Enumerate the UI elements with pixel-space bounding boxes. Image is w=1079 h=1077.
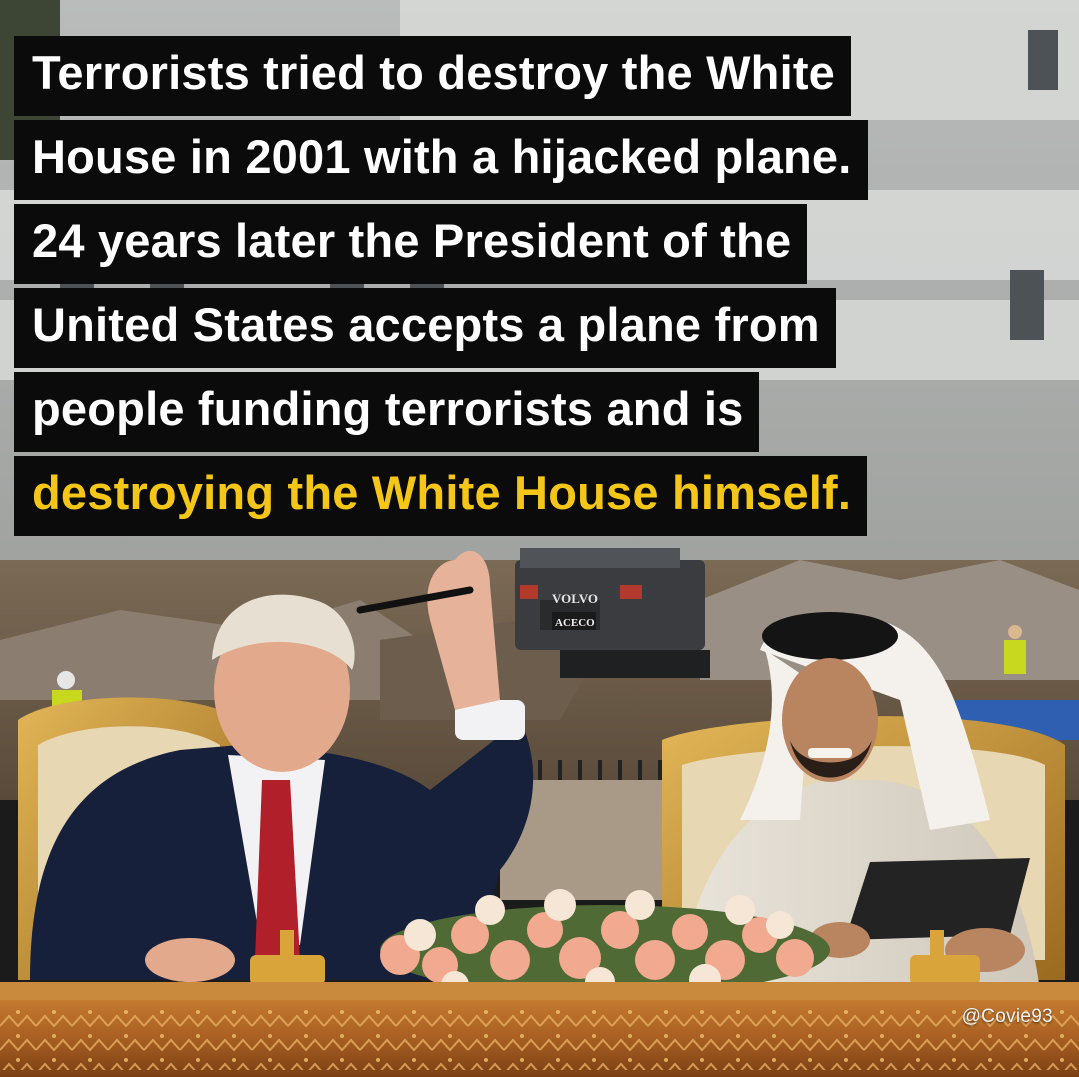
table-top (0, 982, 1079, 1000)
excavator-company: ACECO (555, 617, 595, 629)
caption-line-2: House in 2001 with a hijacked plane. (14, 120, 868, 200)
caption-highlight-line: destroying the White House himself. (14, 456, 868, 536)
author-watermark: @Covie93 (961, 1006, 1053, 1027)
caption-line-3: 24 years later the President of the (14, 204, 808, 284)
table-pattern (0, 1010, 1079, 1070)
caption-line-4: United States accepts a plane from (14, 288, 836, 368)
excavator-brand: VOLVO (552, 591, 598, 606)
man-left-hand (145, 938, 235, 982)
meme-image: VOLVO ACECO Terrorists tried to destroy … (0, 0, 1079, 1077)
caption-line-1: Terrorists tried to destroy the White (14, 36, 852, 116)
headline-caption: Terrorists tried to destroy the White Ho… (0, 36, 868, 540)
caption-line-5: people funding terrorists and is (14, 372, 760, 452)
man-right-face (782, 658, 878, 782)
